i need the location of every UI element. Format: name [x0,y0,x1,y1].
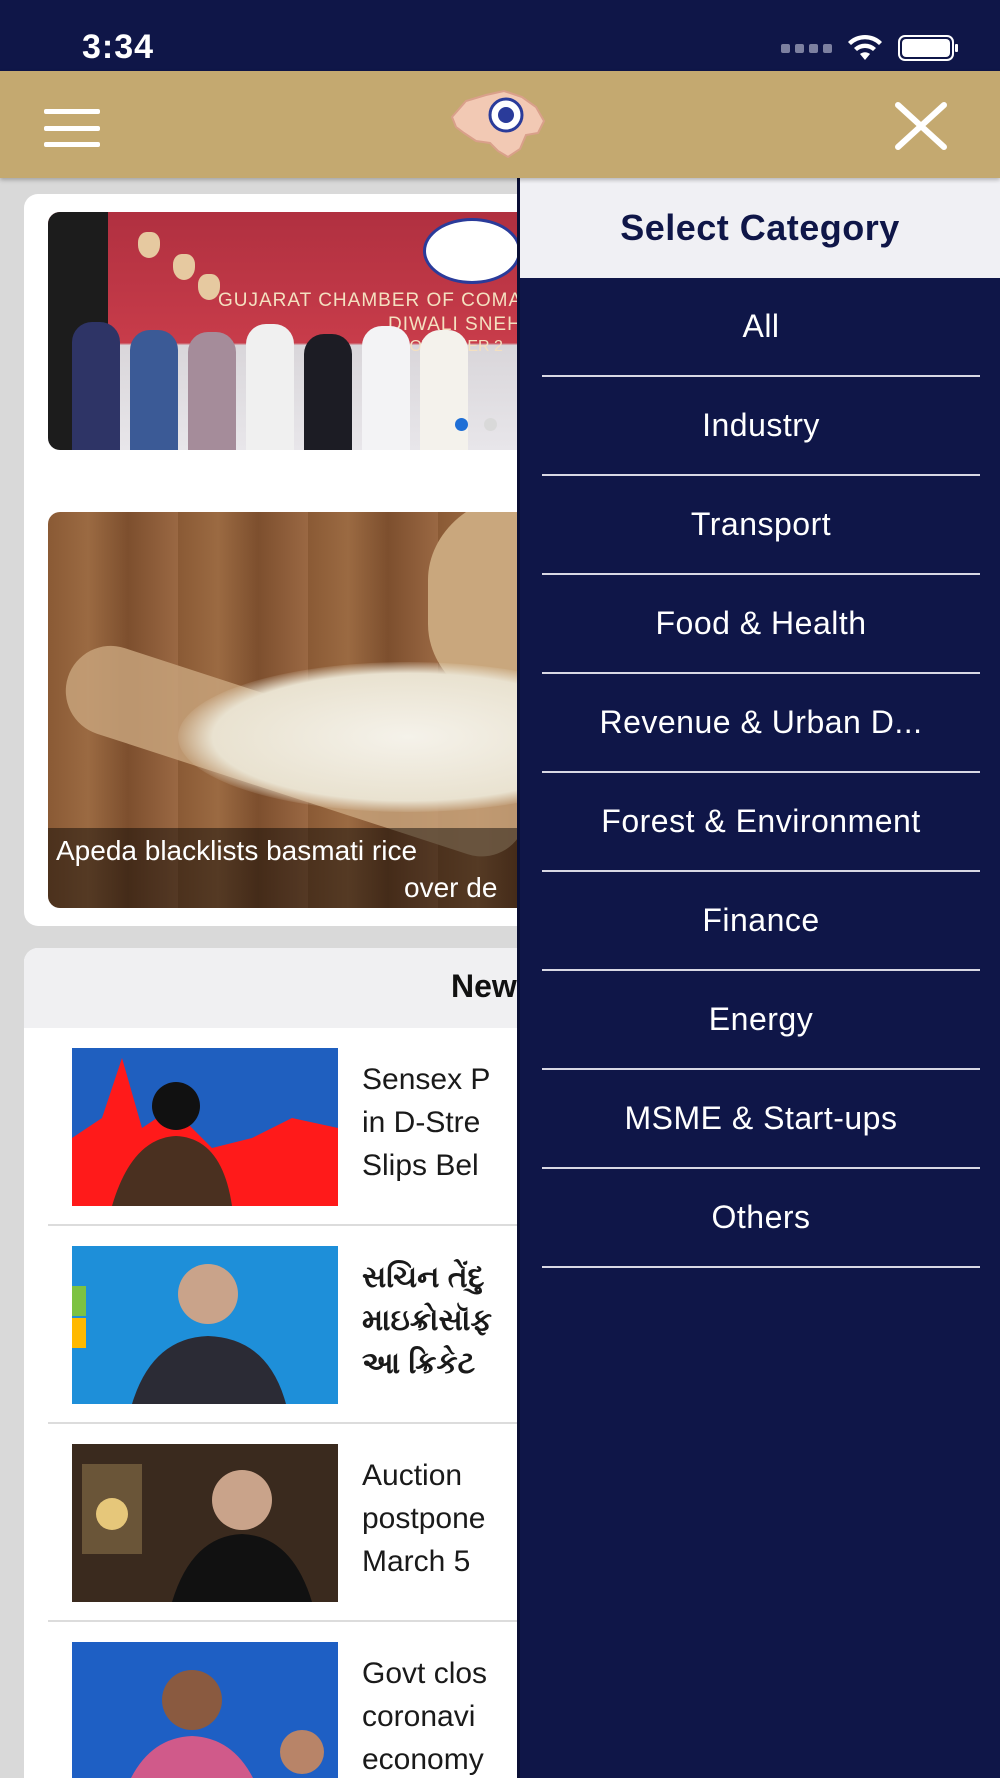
signal-icon [781,43,832,53]
banner-line1: GUJARAT CHAMBER OF COMA [218,290,523,311]
drawer-title: Select Category [620,207,900,248]
category-item-forest-environment[interactable]: Forest & Environment [542,773,980,872]
status-bar: 3:34 [0,0,1000,71]
lantern-icon [138,232,160,258]
category-drawer: Select Category All Industry Transport F… [517,178,1000,1778]
category-item-energy[interactable]: Energy [542,971,980,1070]
person-figure [362,326,410,450]
category-item-food-health[interactable]: Food & Health [542,575,980,674]
status-time: 3:34 [82,28,155,66]
app-logo [446,87,550,159]
person-figure [304,334,352,450]
wifi-icon [846,34,884,62]
battery-icon [898,34,960,62]
category-item-finance[interactable]: Finance [542,872,980,971]
carousel-dots[interactable] [455,418,497,431]
category-item-all[interactable]: All [542,278,980,377]
close-icon[interactable] [892,101,950,151]
news-headline: સચિન તેંદુ માઇક્રોસૉફ આ ક્રિકેટ [362,1261,492,1380]
person-figure [246,324,294,450]
lantern-icon [198,274,220,300]
app-header [0,71,1000,178]
category-item-others[interactable]: Others [542,1169,980,1268]
news-thumbnail [72,1444,338,1602]
drawer-header: Select Category [520,178,1000,278]
news-headline: Sensex P in D-Stre Slips Bel [362,1063,491,1182]
news-headline: Auction postpone March 5 [362,1459,486,1578]
chamber-logo [423,218,521,284]
news-headline: Govt clos coronavi economy [362,1657,488,1776]
category-list: All Industry Transport Food & Health Rev… [542,278,980,1268]
category-item-msme-startups[interactable]: MSME & Start-ups [542,1070,980,1169]
hamburger-icon[interactable] [44,109,100,147]
person-figure [420,330,468,450]
person-figure [188,332,236,450]
news-section-title: New [451,968,517,1004]
lantern-icon [173,254,195,280]
news-thumbnail [72,1048,338,1206]
person-figure [72,322,120,450]
category-item-revenue-urban[interactable]: Revenue & Urban D... [542,674,980,773]
carousel-dot[interactable] [455,418,468,431]
news-thumbnail [72,1642,338,1778]
category-item-industry[interactable]: Industry [542,377,980,476]
person-figure [130,330,178,450]
category-item-transport[interactable]: Transport [542,476,980,575]
carousel-dot[interactable] [484,418,497,431]
news-thumbnail [72,1246,338,1404]
status-icons [781,34,960,62]
